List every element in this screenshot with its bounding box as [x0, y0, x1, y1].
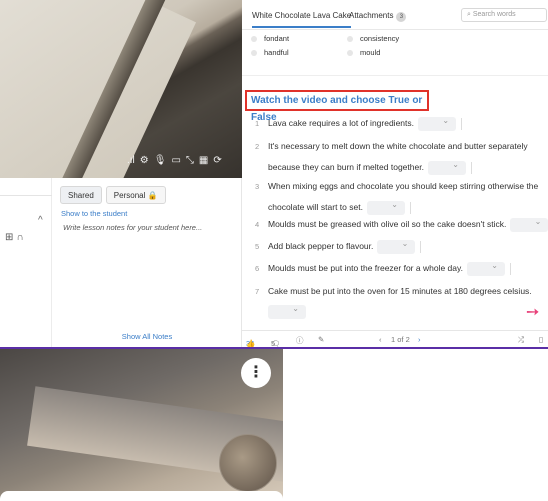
question-item: 4 Moulds must be greased with olive oil … [242, 214, 548, 235]
refresh-icon[interactable]: ⟳ [213, 155, 221, 166]
vocab-item: consistency [347, 34, 399, 43]
more-vertical-icon: ⋮ [248, 364, 264, 381]
camera-icon[interactable]: ▭ [171, 155, 180, 166]
lesson-panel: White Chocolate Lava Cake Attachments 3 ⌕… [242, 0, 548, 348]
more-options-button[interactable]: ⋮ [241, 358, 271, 388]
answer-dropdown[interactable] [377, 238, 416, 254]
notes-input[interactable]: Write lesson notes for your student here… [63, 223, 202, 232]
grid-icon[interactable]: ▦ [199, 155, 208, 166]
question-item: 5 Add black pepper to flavour. [242, 236, 542, 257]
tab-lesson[interactable]: White Chocolate Lava Cake [252, 11, 352, 28]
answer-dropdown[interactable] [418, 115, 457, 131]
video-controls: .ıl ⚙ 🎙 ▭ ⤡ ▦ ⟳ [127, 155, 222, 166]
vocab-item: handful [251, 48, 289, 57]
answer-dropdown[interactable] [268, 303, 306, 319]
notes-panel: ^ ⊞∩ Shared Personal 🔒 Show to the stude… [0, 178, 242, 348]
answer-dropdown[interactable] [466, 260, 505, 276]
tab-attachments-label: Attachments [349, 11, 394, 20]
tab-attachments[interactable]: Attachments 3 [349, 11, 407, 22]
collapse-icon[interactable]: ⤡ [186, 155, 194, 166]
question-item: 3 When mixing eggs and chocolate you sho… [242, 176, 542, 218]
teacher-video: .ıl ⚙ 🎙 ▭ ⤡ ▦ ⟳ [0, 0, 242, 178]
search-input[interactable]: ⌕ Search words [461, 8, 547, 22]
edit-icon[interactable]: ✎ [318, 335, 324, 344]
search-placeholder: Search words [472, 11, 516, 18]
prev-page-icon[interactable]: ‹ [379, 335, 382, 344]
show-all-notes-link[interactable]: Show All Notes [52, 332, 242, 341]
notes-sidebar: ^ ⊞∩ [0, 178, 52, 348]
lesson-screen: .ıl ⚙ 🎙 ▭ ⤡ ▦ ⟳ ^ ⊞∩ Shared Personal 🔒 S… [0, 0, 548, 501]
question-item: 2 It's necessary to melt down the white … [242, 136, 542, 178]
headphones-icon[interactable]: ∩ [16, 232, 26, 243]
calendar-icon[interactable]: ⊞ [5, 232, 16, 243]
next-page-icon[interactable]: › [418, 335, 421, 344]
notes-tabs: Shared Personal 🔒 [60, 186, 166, 204]
tab-personal[interactable]: Personal 🔒 [105, 186, 166, 204]
show-to-student-link[interactable]: Show to the student [61, 209, 127, 218]
answer-dropdown[interactable] [427, 159, 466, 175]
lesson-tabs: White Chocolate Lava Cake Attachments 3 ⌕… [242, 0, 548, 30]
question-item: 7 Cake must be put into the oven for 15 … [242, 281, 542, 323]
student-video: ⋮ [0, 349, 283, 501]
lesson-footer: 34 👍 5 🗨 ⓘ ✎ ‹ 1 of 2 › ⤮ ▯ [242, 330, 548, 348]
self-view-thumbnail[interactable] [219, 434, 277, 492]
chevron-up-icon[interactable]: ^ [38, 215, 43, 226]
book-icon[interactable]: ▯ [539, 335, 543, 344]
tab-shared[interactable]: Shared [60, 186, 102, 204]
vocab-item: fondant [251, 34, 289, 43]
signal-icon: .ıl [127, 155, 135, 166]
page-indicator: 1 of 2 [391, 335, 410, 344]
vocab-item: mould [347, 48, 380, 57]
gear-icon[interactable]: ⚙ [140, 155, 149, 166]
info-icon[interactable]: ⓘ [296, 335, 304, 346]
attachments-count-badge: 3 [396, 12, 407, 22]
shuffle-icon[interactable]: ⤮ [518, 335, 524, 345]
sidebar-icons: ⊞∩ [5, 232, 27, 243]
answer-dropdown[interactable] [510, 216, 548, 232]
microphone-icon[interactable]: 🎙 [154, 155, 167, 166]
question-item: 1 Lava cake requires a lot of ingredient… [242, 113, 542, 134]
exercise-title: Watch the video and choose True or False [245, 90, 429, 123]
question-item: 6 Moulds must be put into the freezer fo… [242, 258, 542, 279]
search-icon: ⌕ [467, 11, 471, 18]
tab-lesson-label: White Chocolate Lava Cake [252, 11, 352, 20]
answer-dropdown[interactable] [366, 199, 405, 215]
